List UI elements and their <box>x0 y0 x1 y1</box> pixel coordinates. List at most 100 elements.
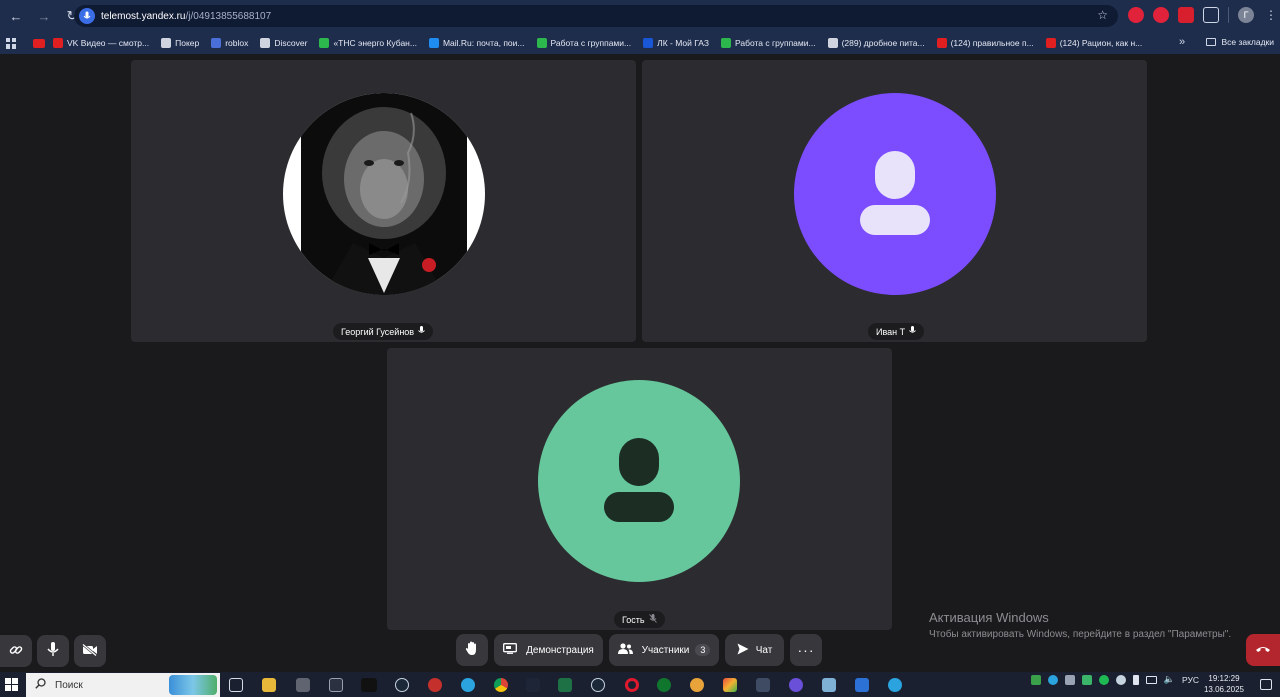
youtube-bookmark-icon[interactable] <box>33 38 45 48</box>
send-icon <box>737 643 749 658</box>
file-explorer-icon[interactable] <box>262 678 276 692</box>
tray-telegram-icon[interactable] <box>1047 674 1058 685</box>
participants-button[interactable]: Участники 3 <box>609 634 719 666</box>
clock-date: 13.06.2025 <box>1203 685 1244 694</box>
tray-app-icon[interactable] <box>1115 674 1126 685</box>
more-options-button[interactable]: ··· <box>790 634 822 666</box>
participant-avatar <box>794 93 996 295</box>
participant-tile-3[interactable]: Гость <box>387 348 892 630</box>
bookmark-item[interactable]: roblox <box>211 38 248 48</box>
bookmark-label: (289) дробное пита... <box>841 38 925 48</box>
bookmark-item[interactable]: Mail.Ru: почта, пои... <box>428 38 525 48</box>
app-icon[interactable] <box>428 678 442 692</box>
forward-icon[interactable]: → <box>32 4 56 28</box>
tray-app-icon[interactable] <box>1030 674 1041 685</box>
tray-app-icon[interactable] <box>1064 674 1075 685</box>
url-path: /j/04913855688107 <box>185 10 272 22</box>
bookmark-label: Работа с группами... <box>550 38 632 48</box>
extension-icon[interactable] <box>1153 7 1169 23</box>
bookmark-item[interactable]: (124) Рацион, как н... <box>1045 38 1143 48</box>
activation-subtitle: Чтобы активировать Windows, перейдите в … <box>929 629 1232 640</box>
app-icon[interactable] <box>329 678 343 692</box>
bookmark-label: «ТНС энерго Кубан... <box>333 38 417 48</box>
bookmark-label: (124) правильное п... <box>950 38 1034 48</box>
steam-icon[interactable] <box>395 678 409 692</box>
mic-muted-icon <box>648 614 657 625</box>
url-host: telemost.yandex.ru <box>101 10 186 22</box>
puzzle-icon[interactable] <box>1203 7 1219 23</box>
app-icon[interactable] <box>723 678 737 692</box>
chrome-icon[interactable] <box>494 678 508 692</box>
tray-app-icon[interactable] <box>1081 674 1092 685</box>
app-icon[interactable] <box>526 678 540 692</box>
bookmark-favicon-icon <box>53 38 63 48</box>
bookmark-item[interactable]: (289) дробное пита... <box>827 38 925 48</box>
language-indicator[interactable]: РУС <box>1182 675 1199 685</box>
taskbar-clock[interactable]: 19:12:29 13.06.2025 <box>1204 673 1244 695</box>
bookmark-favicon-icon <box>720 38 731 48</box>
bookmark-favicon-icon <box>211 38 222 48</box>
clock-time: 19:12:29 <box>1208 674 1240 683</box>
tray-volume-icon[interactable]: 🔈 <box>1164 674 1175 685</box>
chat-button[interactable]: Чат <box>725 634 784 666</box>
app-icon[interactable] <box>855 678 869 692</box>
bookmark-item[interactable]: Покер <box>161 38 199 48</box>
telegram-icon[interactable] <box>461 678 475 692</box>
bookmark-item[interactable]: Работа с группами... <box>720 38 816 48</box>
app-icon[interactable] <box>657 678 671 692</box>
bookmark-label: roblox <box>225 38 249 48</box>
steam-icon[interactable] <box>591 678 605 692</box>
opera-icon[interactable] <box>625 678 639 692</box>
task-view-icon[interactable] <box>229 678 243 692</box>
bookmark-item[interactable]: Discover <box>260 38 307 48</box>
bookmark-label: (124) Рацион, как н... <box>1059 38 1143 48</box>
bookmark-star-icon[interactable]: ☆ <box>1097 8 1108 22</box>
windows-start-icon[interactable] <box>5 678 18 691</box>
bookmark-item[interactable]: (124) правильное п... <box>936 38 1034 48</box>
extension-icon[interactable] <box>1128 7 1144 23</box>
extension-icon[interactable] <box>1178 7 1194 23</box>
bookmarks-overflow-icon[interactable]: » <box>1179 36 1185 48</box>
profile-avatar[interactable]: Г <box>1238 7 1254 23</box>
app-icon[interactable] <box>822 678 836 692</box>
bookmark-favicon-icon <box>161 38 172 48</box>
screen-share-button[interactable]: Демонстрация <box>494 634 603 666</box>
bookmark-label: Discover <box>274 38 308 48</box>
copy-link-button[interactable] <box>0 635 32 667</box>
bookmark-item[interactable]: VK Видео — смотр... <box>53 38 149 48</box>
all-bookmarks[interactable]: Все закладки <box>1206 37 1274 47</box>
search-icon <box>35 678 46 692</box>
taskbar-search[interactable]: Поиск <box>26 673 220 697</box>
tray-usb-icon[interactable] <box>1132 674 1139 685</box>
raise-hand-button[interactable] <box>456 634 488 666</box>
app-icon[interactable] <box>361 678 377 692</box>
app-icon[interactable] <box>756 678 770 692</box>
bookmark-item[interactable]: «ТНС энерго Кубан... <box>319 38 417 48</box>
bookmark-item[interactable]: Работа с группами... <box>536 38 632 48</box>
menu-icon[interactable]: ⋮ <box>1263 7 1279 23</box>
participants-label: Участники <box>641 644 690 656</box>
tray-app-icon[interactable] <box>1098 674 1109 685</box>
bookmark-item[interactable]: ЛК - Мой ГАЗ <box>643 38 709 48</box>
participant-tile-1[interactable]: Георгий Гусейнов <box>131 60 636 342</box>
leave-call-button[interactable] <box>1246 634 1280 666</box>
back-icon[interactable]: ← <box>4 4 28 28</box>
tray-network-icon[interactable] <box>1145 675 1157 684</box>
camera-off-icon <box>82 643 98 659</box>
excel-icon[interactable] <box>558 678 572 692</box>
microphone-button[interactable] <box>37 635 69 667</box>
chat-label: Чат <box>755 644 773 656</box>
bookmark-label: Mail.Ru: почта, пои... <box>442 38 525 48</box>
app-icon[interactable] <box>789 678 803 692</box>
bookmark-label: Работа с группами... <box>734 38 816 48</box>
settings-gear-icon[interactable] <box>690 678 704 692</box>
search-placeholder: Поиск <box>55 679 83 691</box>
notifications-icon[interactable] <box>1260 679 1272 690</box>
camera-button[interactable] <box>74 635 106 667</box>
telegram-icon[interactable] <box>888 678 902 692</box>
participant-tile-2[interactable]: Иван Т <box>642 60 1147 342</box>
bookmark-favicon-icon <box>936 38 947 48</box>
address-bar[interactable]: telemost.yandex.ru/j/04913855688107 ☆ <box>74 5 1118 27</box>
calculator-icon[interactable] <box>296 678 310 692</box>
apps-grid-icon[interactable] <box>6 37 17 49</box>
